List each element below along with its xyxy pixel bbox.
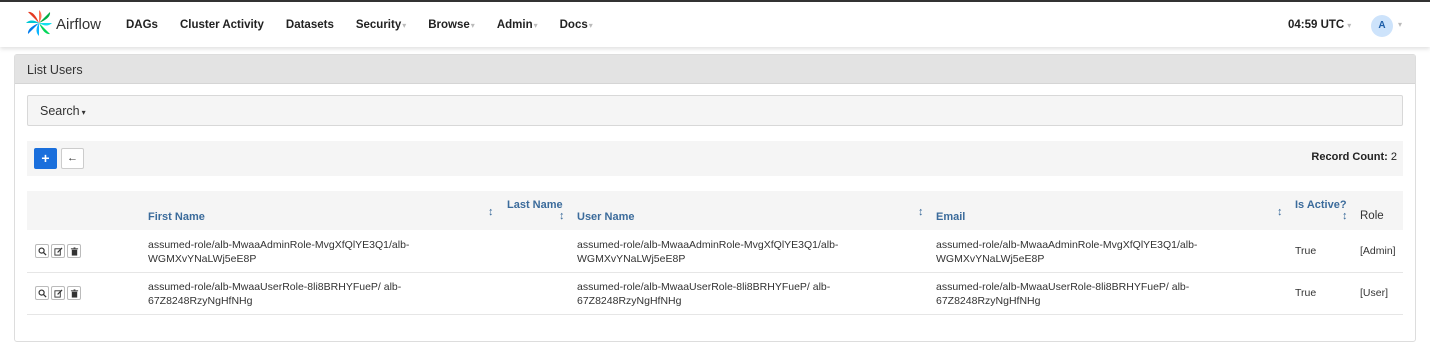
user-avatar[interactable]: A bbox=[1371, 15, 1393, 37]
sort-icon[interactable]: ↕ bbox=[1342, 210, 1348, 222]
nav-docs-label: Docs bbox=[559, 19, 588, 31]
nav-dags-label: DAGs bbox=[126, 19, 158, 31]
nav-cluster-activity[interactable]: Cluster Activity bbox=[180, 19, 264, 31]
chevron-down-icon: ▾ bbox=[402, 21, 407, 30]
edit-record-button[interactable] bbox=[51, 244, 65, 258]
row-actions bbox=[35, 244, 83, 258]
delete-record-button[interactable] bbox=[67, 244, 81, 258]
nav-admin-label: Admin bbox=[496, 19, 533, 31]
sort-icon[interactable]: ↕ bbox=[918, 206, 924, 218]
caret-down-icon: ▾ bbox=[81, 108, 86, 117]
action-bar: + ← Record Count: 2 bbox=[27, 141, 1403, 176]
cell-first-name: assumed-role/alb-MwaaAdminRole-MvgXfQlYE… bbox=[148, 239, 410, 265]
chevron-down-icon[interactable]: ▾ bbox=[1398, 20, 1402, 29]
utc-clock[interactable]: 04:59 UTC ▾ bbox=[1288, 19, 1351, 31]
column-header-last-name[interactable]: Last Name bbox=[507, 199, 563, 211]
cell-email: assumed-role/alb-MwaaUserRole-8li8BRHYFu… bbox=[936, 281, 1190, 307]
utc-clock-label: 04:59 UTC bbox=[1288, 19, 1345, 31]
record-count-value: 2 bbox=[1390, 151, 1397, 163]
view-record-button[interactable] bbox=[35, 286, 49, 300]
cell-role: [User] bbox=[1360, 287, 1389, 299]
column-header-is-active[interactable]: Is Active? bbox=[1295, 199, 1347, 211]
nav-cluster-activity-label: Cluster Activity bbox=[179, 19, 264, 31]
edit-icon bbox=[53, 288, 63, 298]
back-button[interactable]: ← bbox=[61, 148, 84, 169]
row-actions bbox=[35, 286, 83, 300]
panel-title: List Users bbox=[15, 55, 1415, 84]
chevron-down-icon: ▾ bbox=[588, 21, 593, 30]
add-user-button[interactable]: + bbox=[34, 148, 57, 169]
edit-record-button[interactable] bbox=[51, 286, 65, 300]
view-record-button[interactable] bbox=[35, 244, 49, 258]
nav-datasets[interactable]: Datasets bbox=[286, 19, 334, 31]
chevron-down-icon: ▾ bbox=[470, 21, 475, 30]
cell-user-name: assumed-role/alb-MwaaUserRole-8li8BRHYFu… bbox=[577, 281, 831, 307]
chevron-down-icon: ▾ bbox=[1347, 21, 1352, 30]
column-header-first-name[interactable]: First Name bbox=[148, 211, 205, 223]
cell-is-active: True bbox=[1295, 287, 1317, 299]
table-header: First Name ↕ Last Name ↕ User Name ↕ Ema… bbox=[27, 191, 1403, 230]
cell-user-name: assumed-role/alb-MwaaAdminRole-MvgXfQlYE… bbox=[577, 239, 839, 265]
column-header-email[interactable]: Email bbox=[936, 211, 965, 223]
chevron-down-icon: ▾ bbox=[533, 21, 538, 30]
nav-security[interactable]: Security▾ bbox=[356, 19, 406, 31]
nav-security-label: Security bbox=[355, 19, 402, 31]
column-header-role: Role bbox=[1360, 210, 1384, 222]
top-navbar: Airflow DAGs Cluster Activity Datasets S… bbox=[0, 0, 1430, 47]
main-nav: DAGs Cluster Activity Datasets Security▾… bbox=[126, 19, 615, 31]
nav-dags[interactable]: DAGs bbox=[126, 19, 158, 31]
cell-is-active: True bbox=[1295, 245, 1317, 257]
magnifier-icon bbox=[37, 288, 47, 298]
table-row: assumed-role/alb-MwaaUserRole-8li8BRHYFu… bbox=[27, 273, 1403, 315]
sort-icon[interactable]: ↕ bbox=[488, 206, 494, 218]
delete-record-button[interactable] bbox=[67, 286, 81, 300]
edit-icon bbox=[53, 246, 63, 256]
search-label: Search bbox=[40, 104, 80, 118]
sort-icon[interactable]: ↕ bbox=[1277, 206, 1283, 218]
trash-icon bbox=[70, 288, 78, 298]
magnifier-icon bbox=[37, 246, 47, 256]
record-count-label: Record Count: bbox=[1311, 151, 1388, 163]
airflow-logo[interactable] bbox=[24, 8, 54, 38]
brand-name[interactable]: Airflow bbox=[56, 16, 101, 33]
cell-first-name: assumed-role/alb-MwaaUserRole-8li8BRHYFu… bbox=[148, 281, 402, 307]
search-toggle[interactable]: Search ▾ bbox=[27, 95, 1403, 126]
nav-browse[interactable]: Browse▾ bbox=[428, 19, 475, 31]
sort-icon[interactable]: ↕ bbox=[559, 210, 565, 222]
trash-icon bbox=[70, 246, 78, 256]
cell-email: assumed-role/alb-MwaaAdminRole-MvgXfQlYE… bbox=[936, 239, 1198, 265]
table-row: assumed-role/alb-MwaaAdminRole-MvgXfQlYE… bbox=[27, 231, 1403, 273]
column-header-user-name[interactable]: User Name bbox=[577, 211, 634, 223]
nav-datasets-label: Datasets bbox=[285, 19, 334, 31]
record-count: Record Count: 2 bbox=[1311, 151, 1397, 163]
nav-browse-label: Browse bbox=[428, 19, 470, 31]
nav-docs[interactable]: Docs▾ bbox=[560, 19, 593, 31]
nav-admin[interactable]: Admin▾ bbox=[497, 19, 538, 31]
list-users-panel: List Users Search ▾ + ← Record Count: 2 F… bbox=[14, 54, 1416, 342]
cell-role: [Admin] bbox=[1360, 245, 1396, 257]
